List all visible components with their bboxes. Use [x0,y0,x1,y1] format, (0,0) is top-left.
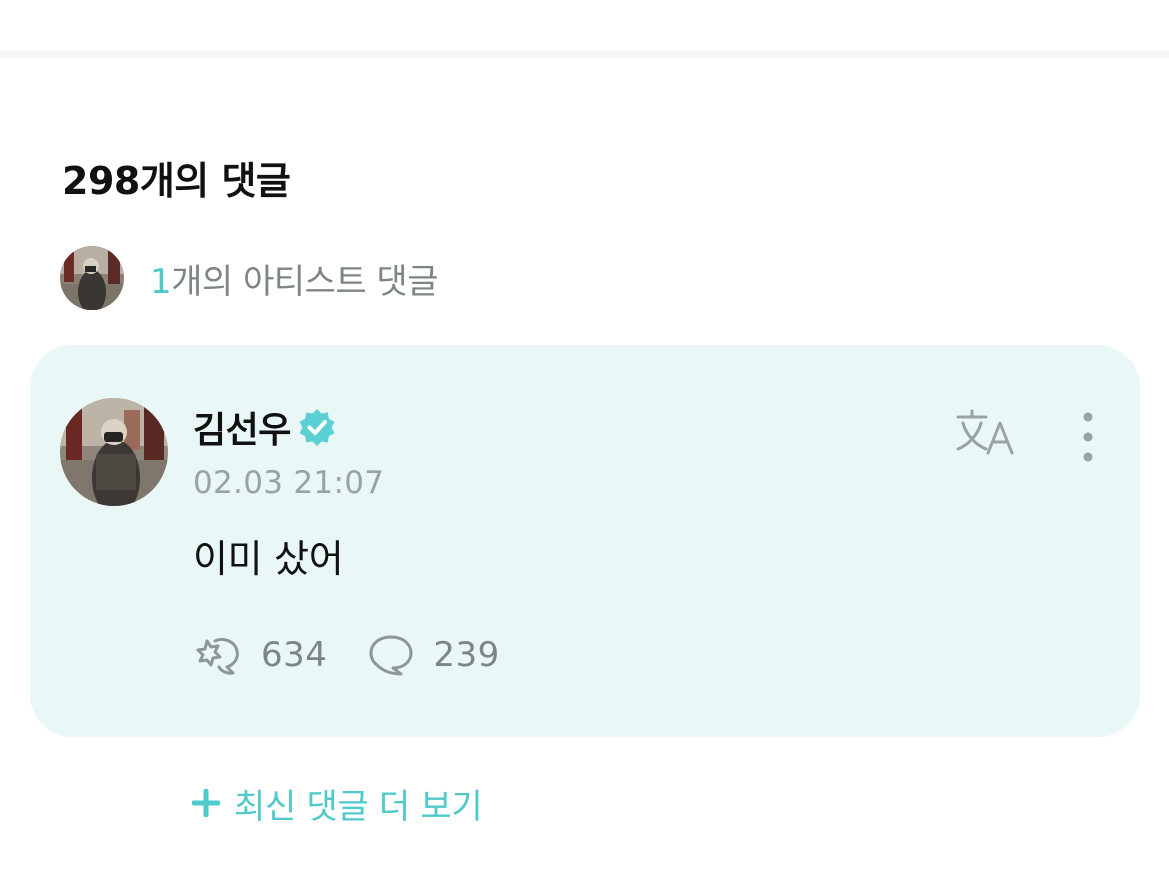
comment-text: 이미 샀어 [193,537,344,581]
artist-comment-card: 김선우 02.03 21:07 이미 샀어 634 239 [30,345,1140,737]
artist-comments-label: 1개의 아티스트 댓글 [150,254,438,303]
comment-bubble-icon [365,633,417,677]
more-comments-label: 최신 댓글 더 보기 [234,786,483,827]
like-button[interactable]: 634 [193,633,327,677]
reply-count: 239 [433,635,500,675]
top-divider [0,50,1169,58]
artist-avatar-small [60,246,124,310]
like-icon [193,633,245,677]
verified-badge-icon [297,407,337,447]
comments-count-title: 298개의 댓글 [62,159,291,203]
author-row: 김선우 [193,403,337,451]
comment-stats: 634 239 [193,633,500,677]
reply-button[interactable]: 239 [365,633,499,677]
artist-comments-count: 1 [150,261,172,302]
author-name[interactable]: 김선우 [193,401,291,453]
more-recent-comments-button[interactable]: 최신 댓글 더 보기 [191,780,483,827]
author-avatar[interactable] [60,398,168,506]
like-count: 634 [261,635,328,675]
plus-icon [191,788,221,818]
artist-comments-suffix: 개의 아티스트 댓글 [171,261,438,302]
more-vertical-icon[interactable] [1068,409,1108,465]
artist-comments-filter[interactable]: 1개의 아티스트 댓글 [60,246,438,310]
translate-icon[interactable] [954,407,1020,459]
comment-timestamp: 02.03 21:07 [193,465,385,501]
